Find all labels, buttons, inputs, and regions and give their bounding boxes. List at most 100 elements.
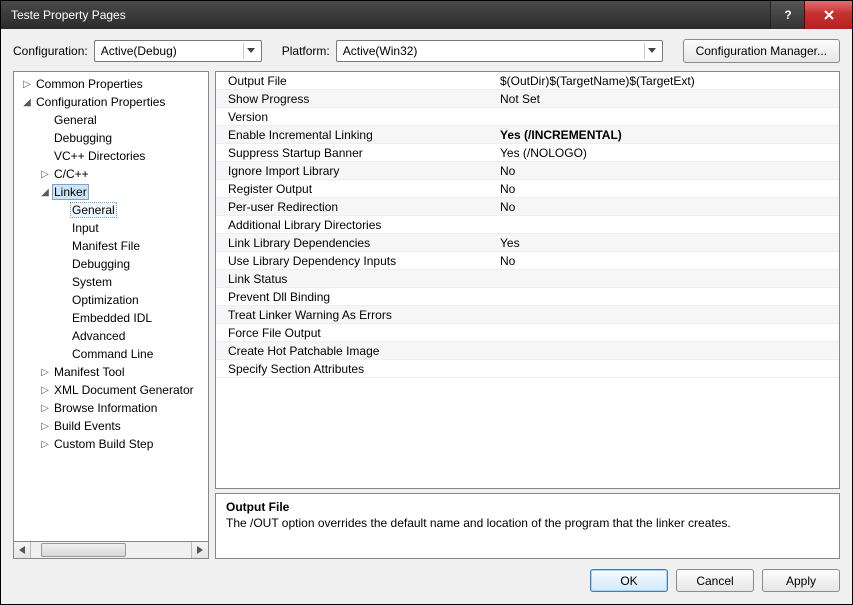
property-name: Create Hot Patchable Image (216, 344, 496, 358)
tree-item[interactable]: Embedded IDL (14, 309, 208, 327)
property-value[interactable]: No (496, 254, 839, 268)
property-value[interactable]: Yes (496, 236, 839, 250)
property-row[interactable]: Enable Incremental LinkingYes (/INCREMEN… (216, 126, 839, 144)
description-title: Output File (226, 500, 829, 514)
property-name: Treat Linker Warning As Errors (216, 308, 496, 322)
scroll-thumb[interactable] (41, 543, 126, 557)
configuration-dropdown[interactable]: Active(Debug) (94, 40, 262, 62)
tree-item[interactable]: General (14, 111, 208, 129)
property-row[interactable]: Specify Section Attributes (216, 360, 839, 378)
tree-item-label: Browse Information (52, 401, 159, 415)
tree-item[interactable]: ▷C/C++ (14, 165, 208, 183)
property-row[interactable]: Force File Output (216, 324, 839, 342)
property-name: Use Library Dependency Inputs (216, 254, 496, 268)
expand-toggle-icon[interactable]: ▷ (38, 421, 52, 432)
property-row[interactable]: Per-user RedirectionNo (216, 198, 839, 216)
tree-item-label: VC++ Directories (52, 149, 147, 163)
property-name: Specify Section Attributes (216, 362, 496, 376)
help-icon: ? (781, 8, 795, 22)
property-row[interactable]: Use Library Dependency InputsNo (216, 252, 839, 270)
tree-item[interactable]: ▷XML Document Generator (14, 381, 208, 399)
nav-tree[interactable]: ▷Common Properties◢Configuration Propert… (13, 71, 209, 542)
expand-toggle-icon[interactable]: ◢ (38, 187, 52, 198)
property-name: Register Output (216, 182, 496, 196)
ok-button[interactable]: OK (590, 569, 668, 592)
tree-item[interactable]: Debugging (14, 255, 208, 273)
tree-item[interactable]: ▷Custom Build Step (14, 435, 208, 453)
property-value[interactable]: No (496, 200, 839, 214)
tree-item-label: System (70, 275, 114, 289)
property-name: Prevent Dll Binding (216, 290, 496, 304)
tree-item[interactable]: ▷Browse Information (14, 399, 208, 417)
tree-item[interactable]: ◢Configuration Properties (14, 93, 208, 111)
property-row[interactable]: Suppress Startup BannerYes (/NOLOGO) (216, 144, 839, 162)
tree-item[interactable]: Optimization (14, 291, 208, 309)
configuration-value: Active(Debug) (101, 44, 177, 58)
expand-toggle-icon[interactable]: ▷ (20, 79, 34, 90)
configuration-manager-button[interactable]: Configuration Manager... (683, 39, 840, 63)
property-grid[interactable]: Output File$(OutDir)$(TargetName)$(Targe… (215, 71, 840, 489)
tree-item[interactable]: VC++ Directories (14, 147, 208, 165)
property-row[interactable]: Version (216, 108, 839, 126)
scroll-left-icon[interactable] (14, 542, 31, 558)
property-value[interactable]: Yes (/INCREMENTAL) (496, 128, 839, 142)
property-row[interactable]: Output File$(OutDir)$(TargetName)$(Targe… (216, 72, 839, 90)
expand-toggle-icon[interactable]: ▷ (38, 385, 52, 396)
property-row[interactable]: Additional Library Directories (216, 216, 839, 234)
property-name: Link Library Dependencies (216, 236, 496, 250)
property-value[interactable]: No (496, 182, 839, 196)
tree-item-label: Input (70, 221, 101, 235)
tree-item[interactable]: ▷Common Properties (14, 75, 208, 93)
scroll-track[interactable] (31, 542, 191, 558)
scroll-right-icon[interactable] (191, 542, 208, 558)
config-row: Configuration: Active(Debug) Platform: A… (13, 39, 840, 63)
property-row[interactable]: Link Library DependenciesYes (216, 234, 839, 252)
dialog-footer: OK Cancel Apply (13, 567, 840, 592)
tree-item[interactable]: System (14, 273, 208, 291)
expand-toggle-icon[interactable]: ▷ (38, 169, 52, 180)
property-name: Link Status (216, 272, 496, 286)
tree-item[interactable]: General (14, 201, 208, 219)
tree-hscrollbar[interactable] (13, 542, 209, 559)
tree-item-label: C/C++ (52, 167, 91, 181)
cancel-button[interactable]: Cancel (676, 569, 754, 592)
tree-item[interactable]: Manifest File (14, 237, 208, 255)
tree-item[interactable]: Input (14, 219, 208, 237)
property-value[interactable]: Yes (/NOLOGO) (496, 146, 839, 160)
expand-toggle-icon[interactable]: ▷ (38, 403, 52, 414)
property-row[interactable]: Treat Linker Warning As Errors (216, 306, 839, 324)
tree-item[interactable]: ▷Build Events (14, 417, 208, 435)
window-title: Teste Property Pages (11, 8, 770, 22)
expand-toggle-icon[interactable]: ▷ (38, 367, 52, 378)
property-value[interactable]: No (496, 164, 839, 178)
property-value[interactable]: Not Set (496, 92, 839, 106)
tree-item-label: Debugging (52, 131, 114, 145)
titlebar[interactable]: Teste Property Pages ? (1, 1, 852, 29)
property-row[interactable]: Show ProgressNot Set (216, 90, 839, 108)
tree-item-label: General (70, 202, 117, 218)
platform-dropdown[interactable]: Active(Win32) (336, 40, 663, 62)
tree-item-label: Configuration Properties (34, 95, 167, 109)
platform-value: Active(Win32) (343, 44, 418, 58)
property-row[interactable]: Ignore Import LibraryNo (216, 162, 839, 180)
tree-item-label: Linker (52, 184, 89, 200)
property-name: Ignore Import Library (216, 164, 496, 178)
tree-item[interactable]: ▷Manifest Tool (14, 363, 208, 381)
close-button[interactable] (804, 1, 852, 29)
tree-item[interactable]: Advanced (14, 327, 208, 345)
tree-item[interactable]: Debugging (14, 129, 208, 147)
property-row[interactable]: Register OutputNo (216, 180, 839, 198)
property-row[interactable]: Link Status (216, 270, 839, 288)
expand-toggle-icon[interactable]: ▷ (38, 439, 52, 450)
expand-toggle-icon[interactable]: ◢ (20, 97, 34, 108)
apply-button[interactable]: Apply (762, 569, 840, 592)
property-value[interactable]: $(OutDir)$(TargetName)$(TargetExt) (496, 74, 839, 88)
tree-item[interactable]: Command Line (14, 345, 208, 363)
property-row[interactable]: Create Hot Patchable Image (216, 342, 839, 360)
svg-text:?: ? (784, 8, 791, 22)
property-row[interactable]: Prevent Dll Binding (216, 288, 839, 306)
tree-item[interactable]: ◢Linker (14, 183, 208, 201)
tree-item-label: Optimization (70, 293, 141, 307)
help-button[interactable]: ? (770, 1, 804, 29)
property-name: Suppress Startup Banner (216, 146, 496, 160)
